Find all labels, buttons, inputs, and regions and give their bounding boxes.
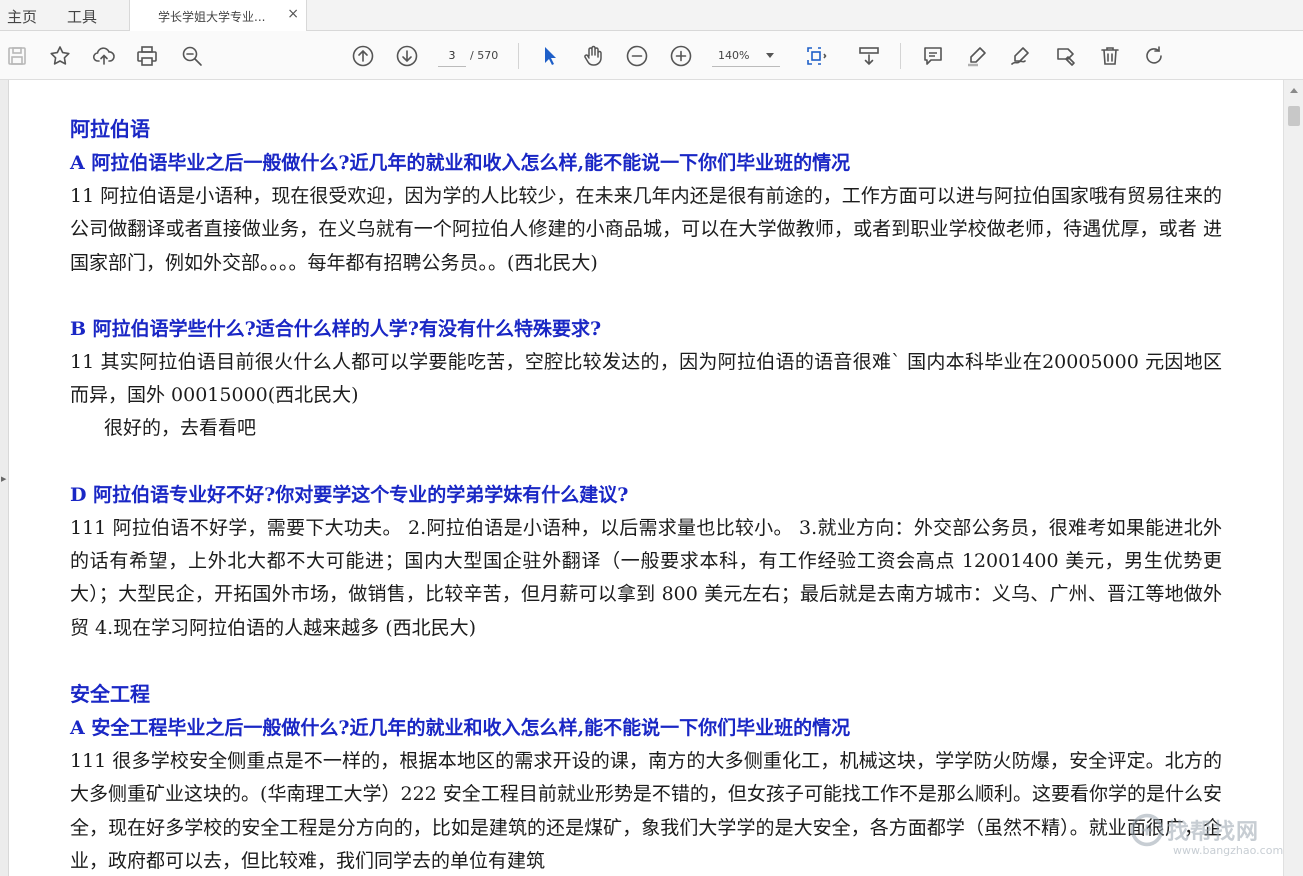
toolbar: / 570 140% <box>0 31 1303 80</box>
draw-signature-icon[interactable] <box>1008 43 1034 69</box>
redo-icon[interactable] <box>1141 43 1167 69</box>
next-page-icon[interactable] <box>394 43 420 69</box>
document-tab[interactable]: 学长学姐大学专业... × <box>129 0 307 31</box>
select-cursor-icon[interactable] <box>536 43 562 69</box>
close-icon[interactable]: × <box>287 6 299 22</box>
comment-paragraph: 很好的，去看看吧 <box>104 417 257 440</box>
find-zoom-icon[interactable] <box>179 43 205 69</box>
question-heading: B 阿拉伯语学些什么?适合什么样的人学?有没有什么特殊要求? <box>70 317 602 340</box>
fit-page-icon[interactable] <box>803 43 829 69</box>
star-icon[interactable] <box>47 43 73 69</box>
question-heading: D 阿拉伯语专业好不好?你对要学这个专业的学弟学妹有什么建议? <box>70 483 629 506</box>
vertical-scrollbar[interactable] <box>1283 80 1303 876</box>
toolbar-divider <box>518 43 519 69</box>
comment-icon[interactable] <box>920 43 946 69</box>
hand-tool-icon[interactable] <box>580 43 606 69</box>
page-content: 阿拉伯语 A 阿拉伯语毕业之后一般做什么?近几年的就业和收入怎么样,能不能说一下… <box>70 112 1222 876</box>
zoom-out-icon[interactable] <box>624 43 650 69</box>
page-total: / 570 <box>470 49 499 62</box>
save-icon[interactable] <box>4 43 30 69</box>
document-viewer[interactable]: ▶ 阿拉伯语 A 阿拉伯语毕业之后一般做什么?近几年的就业和收入怎么样,能不能说… <box>0 80 1303 876</box>
toolbar-divider <box>900 43 901 69</box>
print-icon[interactable] <box>134 43 160 69</box>
question-heading: A 阿拉伯语毕业之后一般做什么?近几年的就业和收入怎么样,能不能说一下你们毕业班… <box>70 152 851 174</box>
question-heading: A 安全工程毕业之后一般做什么?近几年的就业和收入怎么样,能不能说一下你们毕业班… <box>70 716 851 739</box>
chevron-down-icon <box>766 53 774 58</box>
stamp-edit-icon[interactable] <box>1053 43 1079 69</box>
tab-bar: 主页 工具 学长学姐大学专业... × <box>0 0 1303 31</box>
section-title: 阿拉伯语 <box>70 117 150 141</box>
watermark-url: www.bangzhao.com <box>1173 844 1284 857</box>
answer-paragraph: 11 其实阿拉伯语目前很火什么人都可以学要能吃苦，空腔比较发达的，因为阿拉伯语的… <box>70 350 1222 407</box>
answer-paragraph: 11 阿拉伯语是小语种，现在很受欢迎，因为学的人比较少，在未来几年内还是很有前途… <box>70 185 1222 274</box>
section-title: 安全工程 <box>70 681 150 706</box>
menu-tools[interactable]: 工具 <box>67 6 97 27</box>
highlight-icon[interactable] <box>964 43 990 69</box>
chevron-right-icon: ▶ <box>1 475 7 483</box>
watermark-brand: 找帮找网 <box>1167 820 1260 845</box>
side-panel-handle[interactable]: ▶ <box>0 80 9 876</box>
document-tab-title: 学长学姐大学专业... <box>158 10 266 24</box>
scroll-mode-icon[interactable] <box>856 43 882 69</box>
zoom-level-value: 140% <box>718 49 750 62</box>
zoom-level-select[interactable]: 140% <box>712 45 780 67</box>
cloud-upload-icon[interactable] <box>91 43 117 69</box>
watermark-logo: 找帮找网 www.bangzhao.com <box>1129 808 1283 870</box>
menu-home[interactable]: 主页 <box>7 6 37 27</box>
scrollbar-thumb[interactable] <box>1288 106 1300 126</box>
zoom-in-icon[interactable] <box>668 43 694 69</box>
pdf-page: 阿拉伯语 A 阿拉伯语毕业之后一般做什么?近几年的就业和收入怎么样,能不能说一下… <box>10 80 1282 876</box>
previous-page-icon[interactable] <box>350 43 376 69</box>
answer-paragraph: 111 阿拉伯语不好学，需要下大功夫。 2.阿拉伯语是小语种，以后需求量也比较小… <box>70 516 1222 639</box>
trash-icon[interactable] <box>1097 43 1123 69</box>
scroll-up-icon[interactable] <box>1290 88 1298 93</box>
answer-paragraph: 111 很多学校安全侧重点是不一样的，根据本地区的需求开设的课，南方的大多侧重化… <box>70 749 1222 872</box>
page-number-input[interactable] <box>438 45 466 67</box>
